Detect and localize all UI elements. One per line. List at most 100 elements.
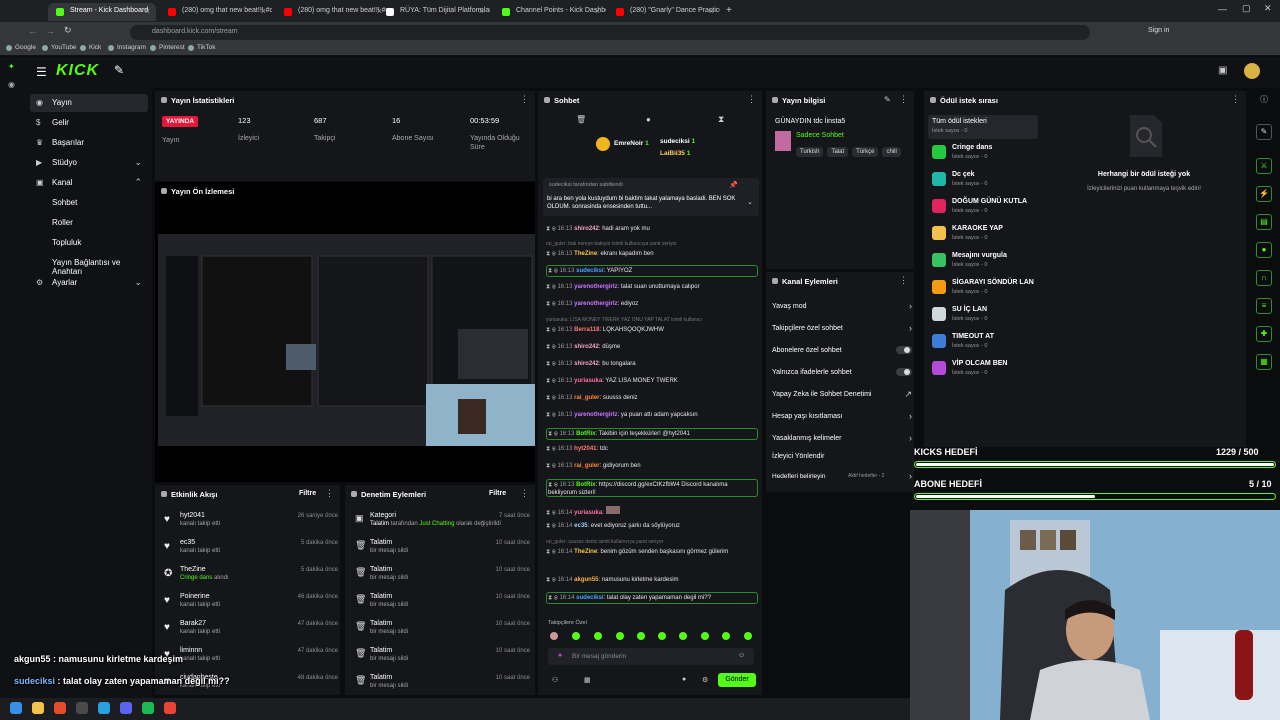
activity-row[interactable]: ♥ liminnn kanalı takip etti 47 dakika önce [160, 645, 338, 671]
reward-item[interactable]: SU İÇ LAN İstek sayısı - 0 [928, 304, 1038, 328]
more-icon[interactable]: ⋮ [1231, 94, 1240, 105]
close-icon[interactable]: × [709, 6, 714, 16]
mod-actions-icon[interactable]: ⧗ ⦿ [546, 361, 557, 367]
channel-action-hesap-yaşı-kısıtlaması[interactable]: Hesap yaşı kısıtlaması › [772, 411, 912, 421]
all-rewards-item[interactable]: Tüm ödül istekleri İstek sayısı - 0 [928, 115, 1038, 139]
top-chatter[interactable]: EmreNoir 1 [614, 140, 649, 147]
moderation-row[interactable]: 🗑 Talatim bir mesajı sildi 10 saat önce [352, 564, 530, 590]
channel-action-yapay-zeka-ile-sohbet-denetimi[interactable]: Yapay Zeka ile Sohbet Denetimi ↗ [772, 389, 912, 400]
moderation-row[interactable]: 🗑 Talatim bir mesajı sildi 10 saat önce [352, 537, 530, 563]
chat-reply-context[interactable]: rai_guler: bak nereye bakıyor isimli kul… [546, 240, 758, 248]
reward-item[interactable]: TIMEOUT AT İstek sayısı - 0 [928, 331, 1038, 355]
new-tab-button[interactable]: + [726, 5, 732, 16]
close-icon[interactable]: × [479, 6, 484, 16]
forward-icon[interactable]: → [46, 26, 55, 36]
file-explorer-icon[interactable] [32, 702, 44, 714]
chat-message[interactable]: ⧗ ⦿ 16:13 BotRix: https://discord.gg/exC… [546, 479, 758, 497]
list-icon[interactable]: ≡ [1256, 298, 1272, 314]
mod-actions-icon[interactable]: ⧗ ⦿ [546, 395, 557, 401]
sidebar-item-yayın-bağlantısı-ve-anahtarı[interactable]: Yayın Bağlantısı ve Anahtarı [30, 254, 148, 276]
clipboard-icon[interactable]: ▤ [1256, 214, 1272, 230]
activity-row[interactable]: ♥ Poinerine kanalı takip etti 46 dakika önc… [160, 591, 338, 617]
chevron-down-icon[interactable]: ⌄ [747, 198, 753, 206]
spotify-icon[interactable] [142, 702, 154, 714]
toggle-switch[interactable] [896, 346, 912, 354]
channel-action-yalnızca-ifadelerle-sohbet[interactable]: Yalnızca ifadelerle sohbet [772, 368, 912, 376]
top-chatter[interactable]: LaiBii35 1 [660, 150, 690, 157]
chevron-right-icon[interactable]: › [909, 301, 912, 311]
mod-actions-icon[interactable]: ⧗ ⦿ [546, 251, 557, 257]
info-icon[interactable]: ⓘ [1256, 92, 1272, 108]
more-icon[interactable]: ⋮ [325, 488, 334, 499]
moderation-row[interactable]: 🗑 Talatim bir mesajı sildi 10 saat önce [352, 672, 530, 698]
chat-message[interactable]: ⧗ ⦿ 16:13 yarenothergirlz: ya puan attı … [546, 411, 758, 419]
trash-icon[interactable]: 🗑 [576, 115, 586, 124]
external-link-icon[interactable]: ↗ [904, 389, 912, 400]
chat-message[interactable]: ⧗ ⦿ 16:14 TheZine: benim gözüm senden ba… [546, 548, 758, 556]
kick-logo[interactable]: KICK [56, 62, 99, 80]
mod-actions-icon[interactable]: ⧗ ⦿ [546, 510, 557, 516]
emoji-icon[interactable]: ☺ [738, 652, 745, 659]
chat-message[interactable]: ⧗ ⦿ 16:13 yarenothergirlz: ediyoz [546, 300, 758, 308]
mod-actions-icon[interactable]: ⧗ ⦿ [548, 268, 559, 274]
chat-message[interactable]: ⧗ ⦿ 16:13 yarenothergirlz: talat suan un… [546, 283, 758, 291]
chat-reply-context[interactable]: yuriasuka: LİSA MONEY TWERK YAZ ONU YAP … [546, 316, 758, 324]
browser-tab[interactable]: Channel Points - Kick Dashboa × [494, 3, 606, 21]
mod-actions-icon[interactable]: ⧗ ⦿ [548, 482, 559, 488]
sidebar-item-ayarlar[interactable]: ⚙ Ayarlar ⌄ [30, 274, 148, 292]
mod-actions-icon[interactable]: ⧗ ⦿ [546, 301, 557, 307]
browser-icon[interactable] [54, 702, 66, 714]
chat-bubble-icon[interactable]: ● [682, 676, 686, 683]
calendar-icon[interactable]: ▦ [584, 676, 591, 684]
chat-input[interactable]: ● Bir mesaj gönderin ☺ [548, 648, 754, 665]
mod-actions-icon[interactable]: ⧗ ⦿ [546, 463, 557, 469]
menu-icon[interactable]: ☰ [36, 65, 47, 79]
url-input[interactable]: dashboard.kick.com/stream [130, 25, 1090, 40]
hourglass-icon[interactable]: ⧗ [718, 114, 724, 125]
close-icon[interactable]: × [145, 6, 150, 16]
maximize-button[interactable]: ▢ [1242, 3, 1251, 14]
chat-icon[interactable]: ● [1256, 242, 1272, 258]
mod-actions-icon[interactable]: ⧗ ⦿ [546, 446, 557, 452]
more-icon[interactable]: ⋮ [899, 275, 908, 286]
minimize-button[interactable]: — [1218, 4, 1227, 14]
mod-actions-icon[interactable]: ⧗ ⦿ [546, 378, 557, 384]
activity-row[interactable]: ✪ TheZine Cringe dans alındı 5 dakika önce [160, 564, 338, 590]
reward-item[interactable]: Dc çek İstek sayısı - 0 [928, 169, 1038, 193]
chat-message[interactable]: ⧗ ⦿ 16:13 rai_guler: suusss deniz [546, 394, 758, 402]
chat-message[interactable]: ⧗ ⦿ 16:13 hyt2041: tdc [546, 445, 758, 453]
tools-icon[interactable]: ✦ [8, 62, 22, 71]
sidebar-item-gelir[interactable]: $ Gelir [30, 114, 148, 132]
sidebar-item-topluluk[interactable]: Topluluk [30, 234, 148, 252]
mod-actions-icon[interactable]: ⧗ ⦿ [546, 226, 557, 232]
link-icon[interactable]: ⚇ [552, 676, 558, 684]
category-link[interactable]: Sadece Sohbet [796, 132, 844, 139]
toggle-switch[interactable] [896, 368, 912, 376]
more-icon[interactable]: ⋮ [520, 94, 529, 105]
reward-item[interactable]: SİGARAYI SÖNDÜR LAN İstek sayısı - 0 [928, 277, 1038, 301]
mod-actions-icon[interactable]: ⧗ ⦿ [546, 327, 557, 333]
chat-reply-context[interactable]: rai_guler: suusss deniz isimli kullanıcı… [546, 538, 758, 546]
reward-item[interactable]: Mesajını vurgula İstek sayısı - 0 [928, 250, 1038, 274]
emote-icons[interactable] [548, 630, 756, 642]
channel-action-yavaş-mod[interactable]: Yavaş mod › [772, 301, 912, 311]
close-window-button[interactable]: ✕ [1264, 3, 1272, 14]
stream-tag[interactable]: chill [882, 147, 901, 157]
stream-tag[interactable]: Talat [827, 147, 849, 157]
channel-action-abonelere-özel-sohbet[interactable]: Abonelere özel sohbet [772, 346, 912, 354]
telegram-icon[interactable] [98, 702, 110, 714]
channel-action-takipçilere-özel-sohbet[interactable]: Takipçilere özel sohbet › [772, 323, 912, 333]
moderation-row[interactable]: ▣ Kategori Talatim tarafından Just Chattin… [352, 510, 530, 536]
chat-message[interactable]: ⧗ ⦿ 16:14 yuriasuka: [546, 506, 758, 517]
chat-message[interactable]: ⧗ ⦿ 16:13 Berra118: LQKAHSQOQKJWHW [546, 326, 758, 334]
sidebar-item-stüdyo[interactable]: ▶ Stüdyo ⌄ [30, 154, 148, 172]
windows-start-icon[interactable] [10, 702, 22, 714]
sidebar-item-yayın[interactable]: ◉ Yayın [30, 94, 148, 112]
more-icon[interactable]: ⋮ [747, 94, 756, 105]
back-icon[interactable]: ← [28, 26, 37, 36]
mic-icon[interactable]: ● [558, 652, 562, 659]
chevron-right-icon[interactable]: › [909, 471, 912, 481]
stream-tag[interactable]: Turkish [796, 147, 824, 157]
sign-in-button[interactable]: Sign in [1148, 27, 1169, 34]
reward-item[interactable]: Cringe dans İstek sayısı - 0 [928, 142, 1038, 166]
